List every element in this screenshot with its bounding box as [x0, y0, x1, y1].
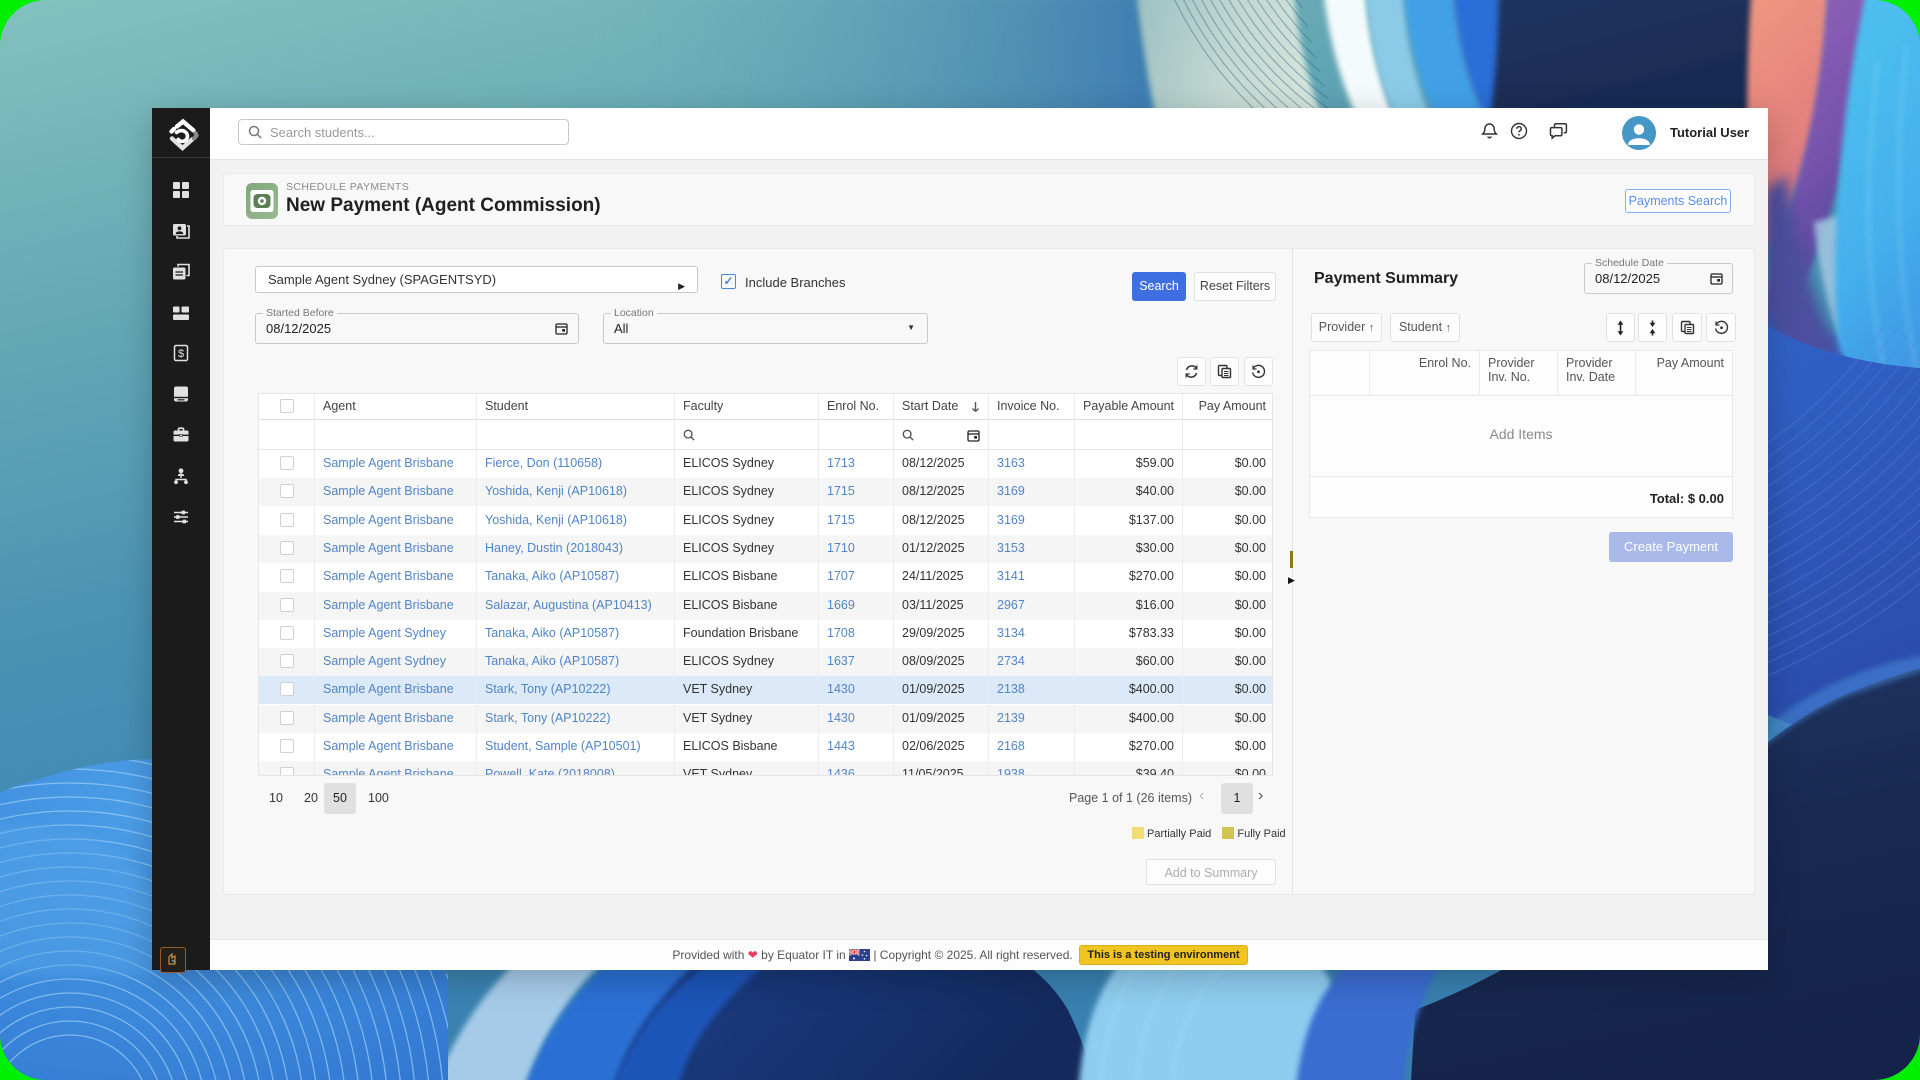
svg-text:$: $ [178, 348, 184, 360]
